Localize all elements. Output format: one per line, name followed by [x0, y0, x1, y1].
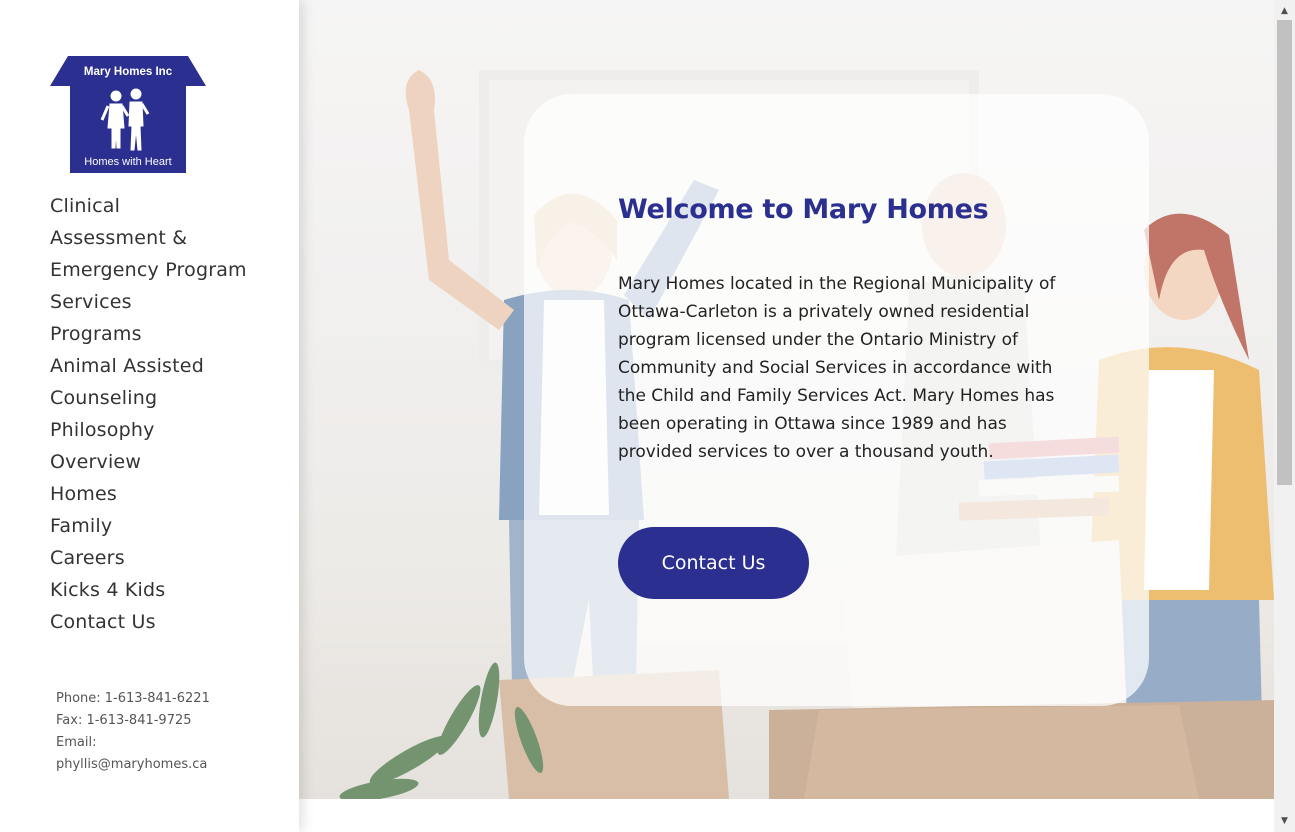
hero-section: Welcome to Mary Homes Mary Homes located… — [299, 0, 1274, 799]
logo-bottom-text: Homes with Heart — [84, 156, 171, 168]
welcome-title: Welcome to Mary Homes — [618, 194, 989, 225]
email-link[interactable]: phyllis@maryhomes.ca — [56, 754, 256, 776]
logo[interactable]: Mary Homes Inc Homes with Heart — [50, 56, 206, 173]
nav-item-programs[interactable]: Programs — [50, 318, 290, 350]
nav-item-overview[interactable]: Overview — [50, 446, 290, 478]
content-below-fold — [299, 799, 1274, 832]
welcome-body: Mary Homes located in the Regional Munic… — [618, 274, 1056, 462]
email-label: Email: — [56, 735, 97, 750]
nav-item-services[interactable]: Services — [50, 286, 290, 318]
scroll-down-arrow-icon[interactable]: ▼ — [1274, 812, 1295, 830]
house-logo-icon: Mary Homes Inc Homes with Heart — [50, 56, 206, 173]
welcome-card: Welcome to Mary Homes Mary Homes located… — [524, 94, 1149, 706]
sidebar: Mary Homes Inc Homes with Heart Clinical… — [0, 0, 299, 832]
vertical-scrollbar[interactable]: ▲ ▼ — [1274, 0, 1295, 832]
contact-us-button[interactable]: Contact Us — [618, 527, 809, 599]
nav-item-contact-us[interactable]: Contact Us — [50, 606, 290, 638]
nav-item-kicks-4-kids[interactable]: Kicks 4 Kids — [50, 574, 290, 606]
nav-item-careers[interactable]: Careers — [50, 542, 290, 574]
page: Mary Homes Inc Homes with Heart Clinical… — [0, 0, 1295, 832]
nav-item-assessment[interactable]: Assessment & — [50, 222, 290, 254]
nav-item-clinical[interactable]: Clinical — [50, 190, 290, 222]
nav-item-animal-assisted[interactable]: Animal Assisted — [50, 350, 290, 382]
scroll-up-arrow-icon[interactable]: ▲ — [1274, 2, 1295, 20]
logo-top-text: Mary Homes Inc — [84, 66, 173, 78]
nav-item-homes[interactable]: Homes — [50, 478, 290, 510]
nav-item-counseling[interactable]: Counseling — [50, 382, 290, 414]
main-nav: Clinical Assessment & Emergency Program … — [50, 190, 290, 638]
nav-item-philosophy[interactable]: Philosophy — [50, 414, 290, 446]
contact-info: Phone: 1-613-841-6221 Fax: 1-613-841-972… — [56, 688, 256, 776]
fax-text: Fax: 1-613-841-9725 — [56, 713, 192, 728]
nav-item-emergency-program[interactable]: Emergency Program — [50, 254, 290, 286]
nav-item-family[interactable]: Family — [50, 510, 290, 542]
scrollbar-thumb[interactable] — [1277, 20, 1292, 485]
phone-text: Phone: 1-613-841-6221 — [56, 691, 210, 706]
